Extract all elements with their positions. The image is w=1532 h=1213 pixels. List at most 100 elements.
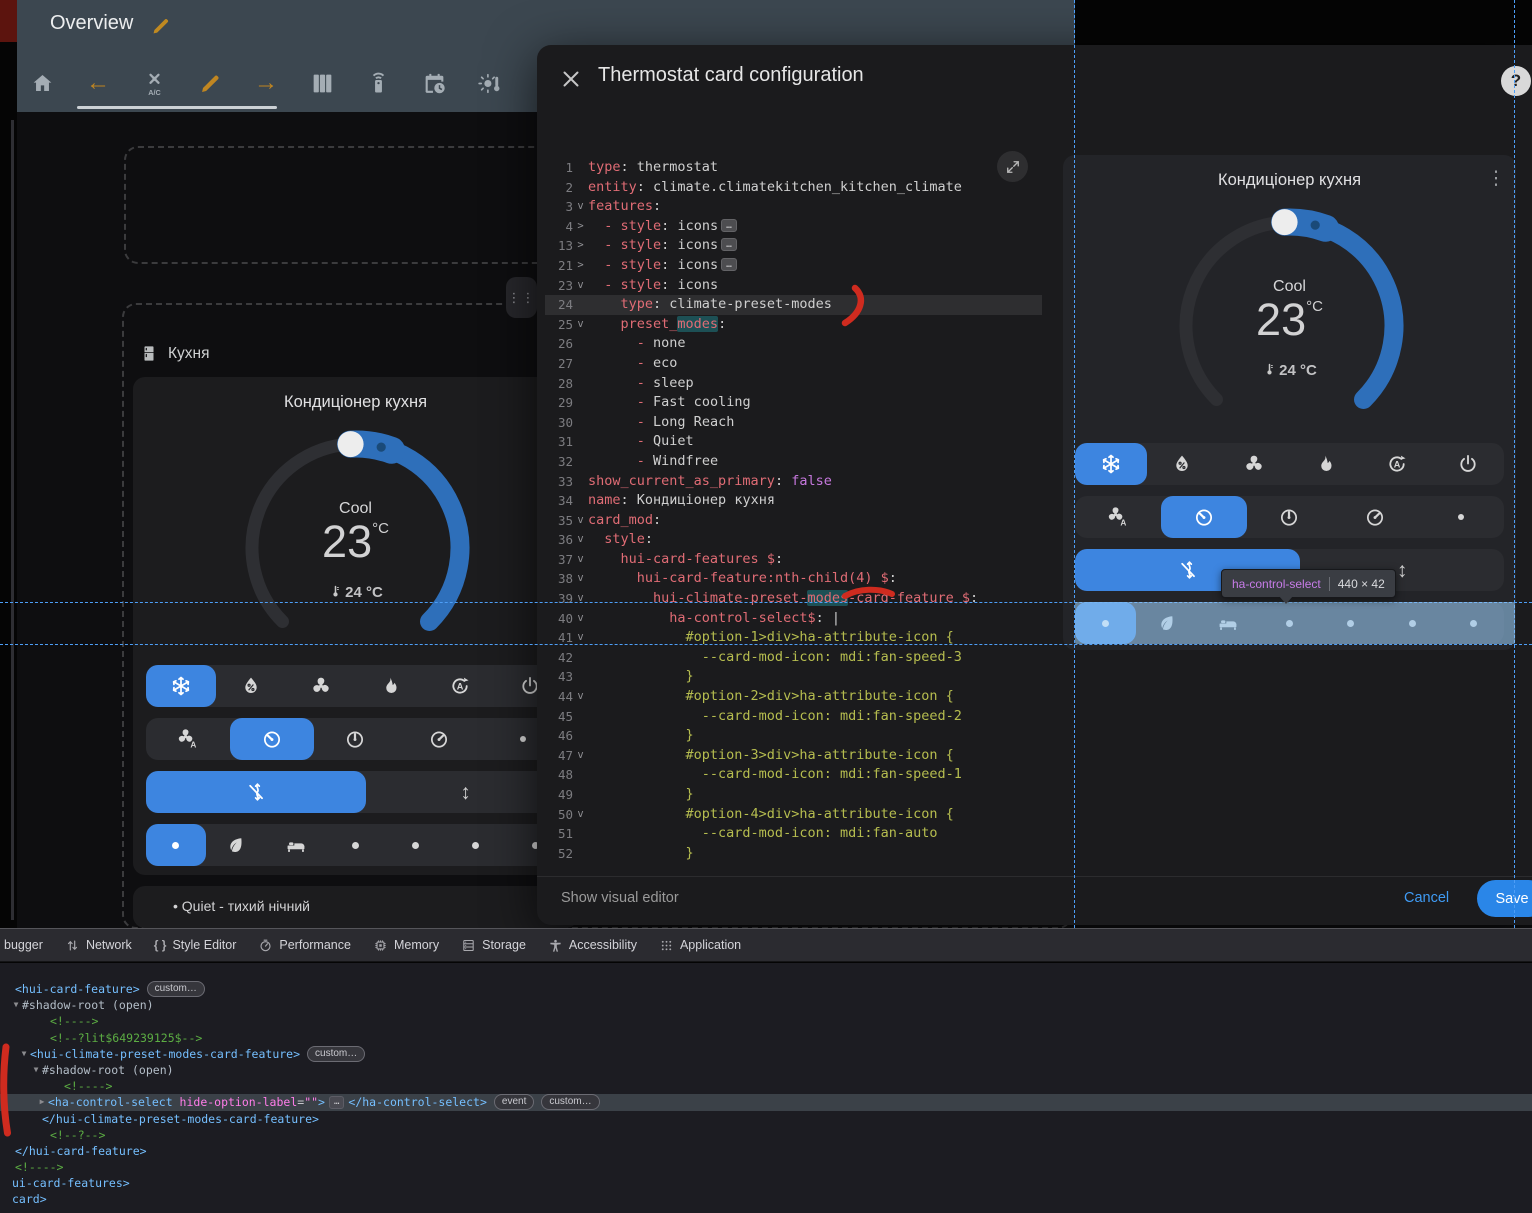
code-line-52[interactable]: 52 } (545, 844, 1042, 864)
code-line-40[interactable]: 40v ha-control-select$: | (545, 609, 1042, 629)
code-line-49[interactable]: 49 } (545, 785, 1042, 805)
hvac-modes-button-autoA[interactable] (425, 665, 495, 707)
devtools-tab-memory[interactable]: Memory (373, 938, 439, 953)
code-line-4[interactable]: 4> - style: icons… (545, 217, 1042, 237)
code-line-51[interactable]: 51 --card-mod-icon: mdi:fan-auto (545, 824, 1042, 844)
element-badge[interactable]: event (494, 1094, 534, 1110)
preset-modes-button-dot[interactable] (326, 824, 386, 866)
tab-calclock[interactable] (416, 66, 452, 100)
code-line-39[interactable]: 39v hui-climate-preset-modes-card-featur… (545, 589, 1042, 609)
thermostat-dial[interactable]: Cool23°C24 °C (1158, 194, 1422, 458)
devtools-tab-style-editor[interactable]: { }Style Editor (154, 938, 237, 952)
cancel-button[interactable]: Cancel (1404, 890, 1449, 906)
hvac-modes-button-flame[interactable] (355, 665, 425, 707)
close-icon[interactable] (559, 67, 583, 91)
fan-modes-button-fanauto[interactable] (1075, 496, 1161, 538)
code-line-33[interactable]: 33show_current_as_primary: false (545, 472, 1042, 492)
preset-modes-button-dot[interactable] (385, 824, 445, 866)
kebab-menu-icon[interactable]: ⋮ (1486, 167, 1506, 190)
dom-tree-row[interactable]: ▼<hui-climate-preset-modes-card-feature>… (0, 1046, 1532, 1062)
dom-tree-row[interactable]: </hui-climate-preset-modes-card-feature> (0, 1111, 1532, 1127)
code-line-43[interactable]: 43 } (545, 667, 1042, 687)
hvac-modes-button-humidity[interactable] (1147, 443, 1219, 485)
code-line-32[interactable]: 32 - Windfree (545, 452, 1042, 472)
expand-editor-icon[interactable] (997, 151, 1028, 182)
fold-marker[interactable]: > (573, 236, 588, 256)
tab-ac[interactable] (136, 66, 172, 100)
code-line-46[interactable]: 46 } (545, 726, 1042, 746)
hvac-modes-button-snowflake[interactable] (1075, 443, 1147, 485)
dom-tree-row[interactable]: <!--?--> (0, 1127, 1532, 1143)
code-line-36[interactable]: 36v style: (545, 530, 1042, 550)
devtools-inspector-tree[interactable]: <hui-card-feature>custom…▼#shadow-root (… (0, 963, 1532, 1213)
tree-expander-icon[interactable]: ▶ (36, 1094, 48, 1110)
dom-tree-row[interactable]: <!----> (0, 1013, 1532, 1029)
code-line-23[interactable]: 23v - style: icons (545, 276, 1042, 296)
tree-expander-icon[interactable]: ▼ (10, 997, 22, 1013)
code-line-44[interactable]: 44v #option-2>div>ha-attribute-icon { (545, 687, 1042, 707)
tab-home[interactable] (24, 66, 60, 100)
edit-dashboard-pencil-icon[interactable] (150, 15, 172, 37)
tab-arrow-right[interactable]: → (248, 66, 284, 100)
code-line-31[interactable]: 31 - Quiet (545, 432, 1042, 452)
code-line-13[interactable]: 13> - style: icons… (545, 236, 1042, 256)
fold-marker[interactable]: v (573, 550, 588, 570)
code-line-34[interactable]: 34name: Кондиціонер кухня (545, 491, 1042, 511)
fold-marker[interactable]: v (573, 609, 588, 629)
devtools-tab-application[interactable]: Application (659, 938, 741, 953)
devtools-tab-performance[interactable]: Performance (258, 938, 351, 953)
code-line-38[interactable]: 38v hui-card-feature:nth-child(4) $: (545, 569, 1042, 589)
show-visual-editor-button[interactable]: Show visual editor (561, 890, 679, 906)
code-line-2[interactable]: 2entity: climate.climatekitchen_kitchen_… (545, 178, 1042, 198)
element-badge[interactable]: custom… (307, 1046, 365, 1062)
help-icon[interactable]: ? (1501, 66, 1531, 96)
code-line-29[interactable]: 29 - Fast cooling (545, 393, 1042, 413)
code-line-42[interactable]: 42 --card-mod-icon: mdi:fan-speed-3 (545, 648, 1042, 668)
devtools-tab-accessibility[interactable]: Accessibility (548, 938, 637, 953)
code-line-45[interactable]: 45 --card-mod-icon: mdi:fan-speed-2 (545, 707, 1042, 727)
fan-modes-button-gaugeL[interactable] (230, 718, 314, 760)
preset-modes-button-dot[interactable] (445, 824, 505, 866)
hvac-modes-button-snowflake[interactable] (146, 665, 216, 707)
hvac-modes-button-humidity[interactable] (216, 665, 286, 707)
fold-marker[interactable]: > (573, 217, 588, 237)
fold-marker[interactable]: v (573, 746, 588, 766)
code-line-47[interactable]: 47v #option-3>div>ha-attribute-icon { (545, 746, 1042, 766)
code-line-25[interactable]: 25v preset_modes: (545, 315, 1042, 335)
tab-pencil[interactable] (192, 66, 228, 100)
code-line-1[interactable]: 1type: thermostat (545, 158, 1042, 178)
dom-tree-row[interactable]: ▼#shadow-root (open) (0, 997, 1532, 1013)
fan-modes-button-gaugeM[interactable] (314, 718, 398, 760)
code-line-26[interactable]: 26 - none (545, 334, 1042, 354)
yaml-code-editor[interactable]: 1type: thermostat2entity: climate.climat… (545, 158, 1042, 863)
hvac-modes-button-autoA[interactable] (1361, 443, 1433, 485)
preset-modes-button-leaf[interactable] (206, 824, 266, 866)
code-line-35[interactable]: 35vcard_mod: (545, 511, 1042, 531)
element-badge[interactable]: custom… (541, 1094, 599, 1110)
save-button[interactable]: Save (1477, 880, 1532, 917)
fold-marker[interactable]: v (573, 589, 588, 609)
fan-modes-button-gaugeH[interactable] (1332, 496, 1418, 538)
preset-modes-button-dot[interactable] (146, 824, 206, 866)
element-badge[interactable]: custom… (147, 981, 205, 997)
collapsed-children-icon[interactable]: … (329, 1096, 344, 1109)
fold-marker[interactable]: v (573, 687, 588, 707)
code-line-28[interactable]: 28 - sleep (545, 374, 1042, 394)
preset-modes-button-bed[interactable] (266, 824, 326, 866)
code-line-24[interactable]: 24 type: climate-preset-modes (545, 295, 1042, 315)
thermostat-dial[interactable]: Cool23°C24 °C (224, 416, 488, 680)
hvac-modes-button-power[interactable] (1433, 443, 1505, 485)
code-line-27[interactable]: 27 - eco (545, 354, 1042, 374)
dom-tree-row[interactable]: card> (0, 1191, 1532, 1207)
dom-tree-row[interactable]: <!--?lit$649239125$--> (0, 1030, 1532, 1046)
code-line-37[interactable]: 37v hui-card-features $: (545, 550, 1042, 570)
fan-modes-button-gaugeM[interactable] (1247, 496, 1333, 538)
tree-expander-icon[interactable]: ▼ (30, 1062, 42, 1078)
code-line-30[interactable]: 30 - Long Reach (545, 413, 1042, 433)
fold-marker[interactable]: v (573, 315, 588, 335)
code-line-50[interactable]: 50v #option-4>div>ha-attribute-icon { (545, 805, 1042, 825)
dom-tree-row[interactable]: <hui-card-feature>custom… (0, 981, 1532, 997)
code-line-3[interactable]: 3vfeatures: (545, 197, 1042, 217)
swing-modes-button-oscoff[interactable] (146, 771, 366, 813)
code-line-48[interactable]: 48 --card-mod-icon: mdi:fan-speed-1 (545, 765, 1042, 785)
